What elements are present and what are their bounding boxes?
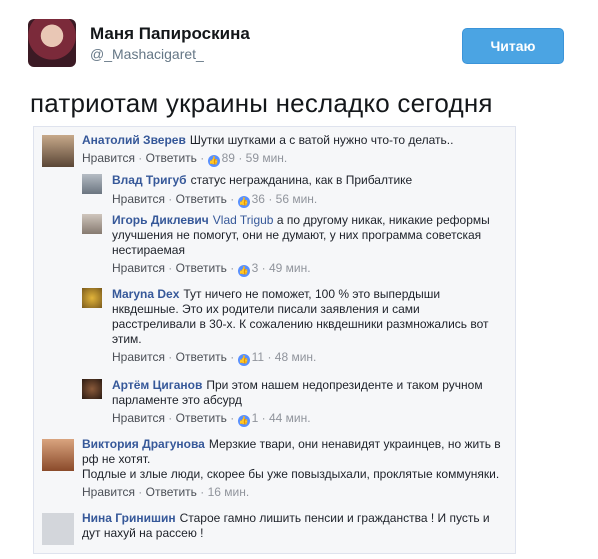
comment-text: Тут ничего не поможет, 100 % это выперды… [183, 287, 441, 301]
like-count: 11 [251, 350, 265, 364]
comment-text-line: улучшения не помогут, они не думают, у н… [112, 228, 482, 242]
profile-avatar[interactable] [28, 19, 76, 67]
comment-time[interactable]: 16 мин. [208, 485, 250, 499]
thumbs-up-icon: 👍 [237, 265, 250, 277]
comment-time[interactable]: 44 мин. [269, 411, 311, 425]
thumbs-up-icon: 👍 [237, 415, 250, 427]
comment-author[interactable]: Артём Циганов [112, 378, 202, 392]
like-count: 89 [221, 151, 235, 165]
comment-time[interactable]: 48 мин. [275, 350, 317, 364]
reply-link[interactable]: Ответить [176, 261, 227, 275]
reply-link[interactable]: Ответить [176, 411, 227, 425]
thumbs-up-icon: 👍 [237, 354, 250, 366]
like-count: 1 [251, 411, 259, 425]
comment-text: Старое гамно лишить пенсии и гражданства… [179, 511, 490, 525]
reply-link[interactable]: Ответить [176, 192, 227, 206]
comment-author[interactable]: Maryna Dex [112, 287, 179, 301]
thumbs-up-icon: 👍 [237, 196, 250, 208]
thumbs-up-icon: 👍 [207, 155, 220, 167]
comment-time[interactable]: 56 мин. [276, 192, 318, 206]
reply-link[interactable]: Ответить [146, 485, 197, 499]
facebook-comments-screenshot: Анатолий Зверев Шутки шутками а с ватой н… [33, 126, 516, 554]
reply-link[interactable]: Ответить [146, 151, 197, 165]
comment-text: статус негражданина, как в Прибалтике [190, 173, 413, 187]
comment-text-line: нквдешные. Это их родители писали заявле… [112, 302, 420, 316]
comment-text-line: Подлые и злые люди, скорее бы уже повызд… [82, 467, 500, 481]
tweet-text: патриотам украины несладко сегодня [30, 88, 493, 118]
comment-author[interactable]: Виктория Драгунова [82, 437, 205, 451]
avatar [82, 214, 102, 234]
default-avatar-icon [42, 513, 74, 545]
like-link[interactable]: Нравится [112, 261, 165, 275]
comment-text-line: нестираемая [112, 243, 185, 257]
comment-time[interactable]: 59 мин. [246, 151, 288, 165]
comment-text: а по другому никак, никакие реформы [276, 213, 490, 227]
like-link[interactable]: Нравится [112, 350, 165, 364]
avatar [42, 439, 74, 471]
comment-time[interactable]: 49 мин. [269, 261, 311, 275]
comment-text-line: рф не хотят. [82, 452, 151, 466]
avatar [42, 135, 74, 167]
like-count: 36 [251, 192, 265, 206]
avatar [82, 379, 102, 399]
reply-link[interactable]: Ответить [176, 350, 227, 364]
comment-author[interactable]: Нина Гринишин [82, 511, 176, 525]
comment-author[interactable]: Анатолий Зверев [82, 133, 186, 147]
comment-text: При этом нашем недопрезиденте и таком ру… [206, 378, 483, 392]
like-link[interactable]: Нравится [112, 192, 165, 206]
following-button[interactable]: Читаю [462, 28, 564, 64]
mention-link[interactable]: Vlad Trigub [213, 213, 274, 227]
like-link[interactable]: Нравится [82, 485, 135, 499]
like-count: 3 [251, 261, 259, 275]
like-link[interactable]: Нравится [82, 151, 135, 165]
comment-author[interactable]: Влад Тригуб [112, 173, 187, 187]
comment-text: Мерзкие твари, они ненавидят украинцев, … [208, 437, 501, 451]
comment-text-line: расстреливали в 30-х. К сожалению нквдеш… [112, 317, 489, 331]
user-handle[interactable]: @_Mashacigaret_ [90, 46, 204, 62]
comment-text-line: парламенте это абсурд [112, 393, 242, 407]
like-link[interactable]: Нравится [112, 411, 165, 425]
comment-author[interactable]: Игорь Диклевич [112, 213, 209, 227]
display-name[interactable]: Маня Папироскина [90, 24, 250, 44]
avatar [82, 174, 102, 194]
comment-text-line: этим. [112, 332, 142, 346]
comment-text: Шутки шутками а с ватой нужно что-то дел… [189, 133, 454, 147]
avatar [82, 288, 102, 308]
comment-text-line: дут нахуй на рассею ! [82, 526, 204, 540]
